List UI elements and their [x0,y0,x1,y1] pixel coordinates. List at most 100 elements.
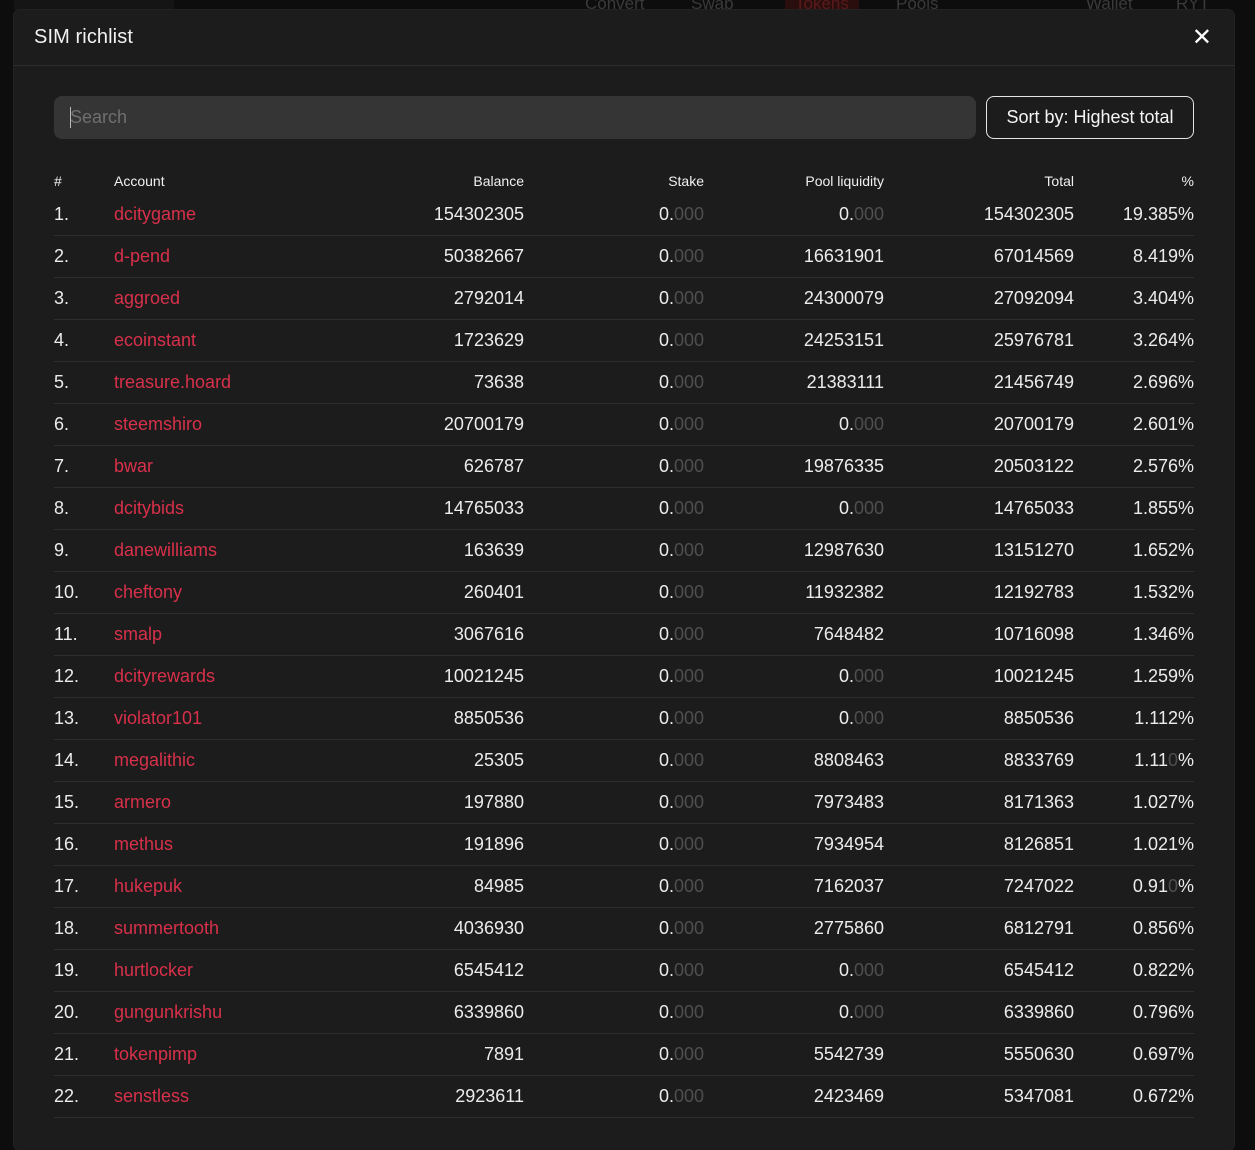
account-link[interactable]: armero [114,792,171,812]
percent-cell: 0.697% [1074,1033,1194,1076]
header-rank[interactable]: # [54,168,114,194]
pool-liquidity-cell: 0.000 [704,697,884,740]
account-cell: megalithic [114,739,314,782]
account-link[interactable]: violator101 [114,708,202,728]
background-logo [14,0,174,10]
account-link[interactable]: tokenpimp [114,1044,197,1064]
table-row: 4. ecoinstant 1723629 0.000 24253151 25976781… [54,319,1194,362]
header-pool-liquidity[interactable]: Pool liquidity [704,168,884,194]
header-stake[interactable]: Stake [524,168,704,194]
pool-liquidity-decimals: 000 [853,666,884,686]
account-link[interactable]: hukepuk [114,876,182,896]
percent-value: 2.601 [1132,414,1178,434]
total-cell: 8850536 [884,697,1074,740]
percent-cell: 1.259% [1074,655,1194,698]
table-row: 18. summertooth 4036930 0.000 2775860 6812791… [54,907,1194,950]
total-cell: 13151270 [884,529,1074,572]
total-cell: 6812791 [884,907,1074,950]
percent-value: 1.346 [1132,624,1178,644]
table-row: 3. aggroed 2792014 0.000 24300079 27092094 3.4… [54,277,1194,320]
account-link[interactable]: senstless [114,1086,189,1106]
stake-cell: 0.000 [524,655,704,698]
account-link[interactable]: hurtlocker [114,960,193,980]
header-account[interactable]: Account [114,168,314,194]
account-link[interactable]: treasure.hoard [114,372,231,392]
pool-liquidity-cell: 0.000 [704,655,884,698]
account-link[interactable]: dcitygame [114,204,196,224]
rank-cell: 15. [54,781,114,824]
account-link[interactable]: gungunkrishu [114,1002,222,1022]
account-link[interactable]: methus [114,834,173,854]
balance-cell: 154302305 [314,194,524,236]
account-link[interactable]: steemshiro [114,414,202,434]
percent-value: 3.264 [1132,330,1178,350]
stake-value: 0. [658,498,674,518]
account-link[interactable]: dcityrewards [114,666,215,686]
stake-decimals: 000 [673,960,704,980]
stake-decimals: 000 [673,330,704,350]
account-link[interactable]: aggroed [114,288,180,308]
stake-decimals: 000 [673,204,704,224]
pool-liquidity-cell: 7648482 [704,613,884,656]
search-input[interactable] [54,96,976,139]
stake-cell: 0.000 [524,1033,704,1076]
account-link[interactable]: cheftony [114,582,182,602]
rank-cell: 9. [54,529,114,572]
richlist-modal: SIM richlist ✕ Sort by: Highest total # … [14,10,1234,1150]
account-cell: tokenpimp [114,1033,314,1076]
close-icon[interactable]: ✕ [1192,25,1212,50]
account-link[interactable]: summertooth [114,918,219,938]
account-link[interactable]: dcitybids [114,498,184,518]
pool-liquidity-value: 0. [838,960,854,980]
stake-cell: 0.000 [524,949,704,992]
pool-liquidity-cell: 0.000 [704,949,884,992]
rank-cell: 8. [54,487,114,530]
total-cell: 8171363 [884,781,1074,824]
balance-cell: 50382667 [314,235,524,278]
percent-cell: 3.404% [1074,277,1194,320]
balance-cell: 3067616 [314,613,524,656]
balance-cell: 8850536 [314,697,524,740]
percent-value: 0.822 [1132,960,1178,980]
balance-cell: 6339860 [314,991,524,1034]
percent-value: 0.672 [1132,1086,1178,1106]
stake-decimals: 000 [673,1002,704,1022]
percent-cell: 19.385% [1074,194,1194,236]
pool-liquidity-value: 7934954 [813,834,884,854]
pool-liquidity-cell: 19876335 [704,445,884,488]
account-cell: violator101 [114,697,314,740]
account-link[interactable]: ecoinstant [114,330,196,350]
percent-trailing-zero: 0 [1167,750,1178,770]
pool-liquidity-decimals: 000 [853,204,884,224]
header-percent[interactable]: % [1074,168,1194,194]
stake-cell: 0.000 [524,613,704,656]
account-link[interactable]: danewilliams [114,540,217,560]
account-link[interactable]: d-pend [114,246,170,266]
account-link[interactable]: bwar [114,456,153,476]
stake-decimals: 000 [673,834,704,854]
percent-cell: 1.346% [1074,613,1194,656]
stake-value: 0. [658,1002,674,1022]
percent-cell: 1.027% [1074,781,1194,824]
pool-liquidity-value: 24300079 [803,288,884,308]
percent-sign: % [1177,540,1194,560]
header-balance[interactable]: Balance [314,168,524,194]
balance-cell: 4036930 [314,907,524,950]
total-cell: 10021245 [884,655,1074,698]
stake-cell: 0.000 [524,277,704,320]
header-total[interactable]: Total [884,168,1074,194]
stake-cell: 0.000 [524,781,704,824]
percent-cell: 0.822% [1074,949,1194,992]
sort-button[interactable]: Sort by: Highest total [986,96,1194,139]
account-link[interactable]: smalp [114,624,162,644]
balance-cell: 163639 [314,529,524,572]
percent-sign: % [1177,372,1194,392]
account-link[interactable]: megalithic [114,750,195,770]
percent-value: 0.697 [1132,1044,1178,1064]
pool-liquidity-cell: 11932382 [704,571,884,614]
total-cell: 67014569 [884,235,1074,278]
stake-decimals: 000 [673,540,704,560]
table-row: 1. dcitygame 154302305 0.000 0.000 154302305 1… [54,194,1194,236]
balance-cell: 73638 [314,361,524,404]
account-cell: dcityrewards [114,655,314,698]
